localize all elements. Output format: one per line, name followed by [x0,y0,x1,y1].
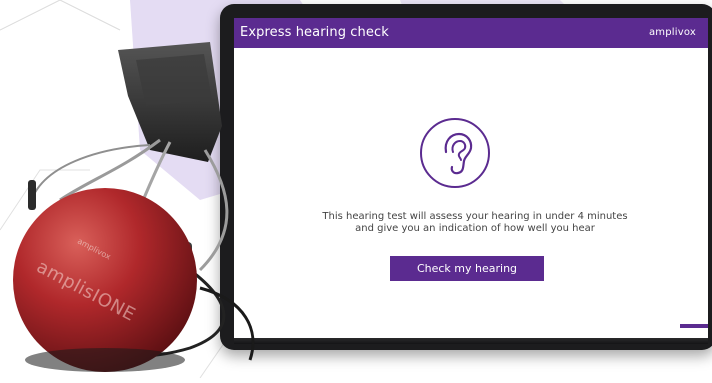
app-screen: Express hearing check amplivox This hear… [234,18,708,338]
outline-shape [0,0,121,31]
corner-tab[interactable] [680,324,708,328]
headphones-image: amplivox amplisIONE [0,30,300,378]
headphones-drawing [13,42,255,372]
tablet-bezel-bottom [234,338,708,344]
description-line: This hearing test will assess your heari… [322,211,628,222]
description-line: and give you an indication of how well y… [355,223,595,234]
title-bar: Express hearing check amplivox [234,18,708,48]
test-description: This hearing test will assess your heari… [294,211,656,235]
ear-icon [420,118,490,188]
check-hearing-button[interactable]: Check my hearing [390,256,544,281]
brand-logo: amplivox [648,27,696,38]
